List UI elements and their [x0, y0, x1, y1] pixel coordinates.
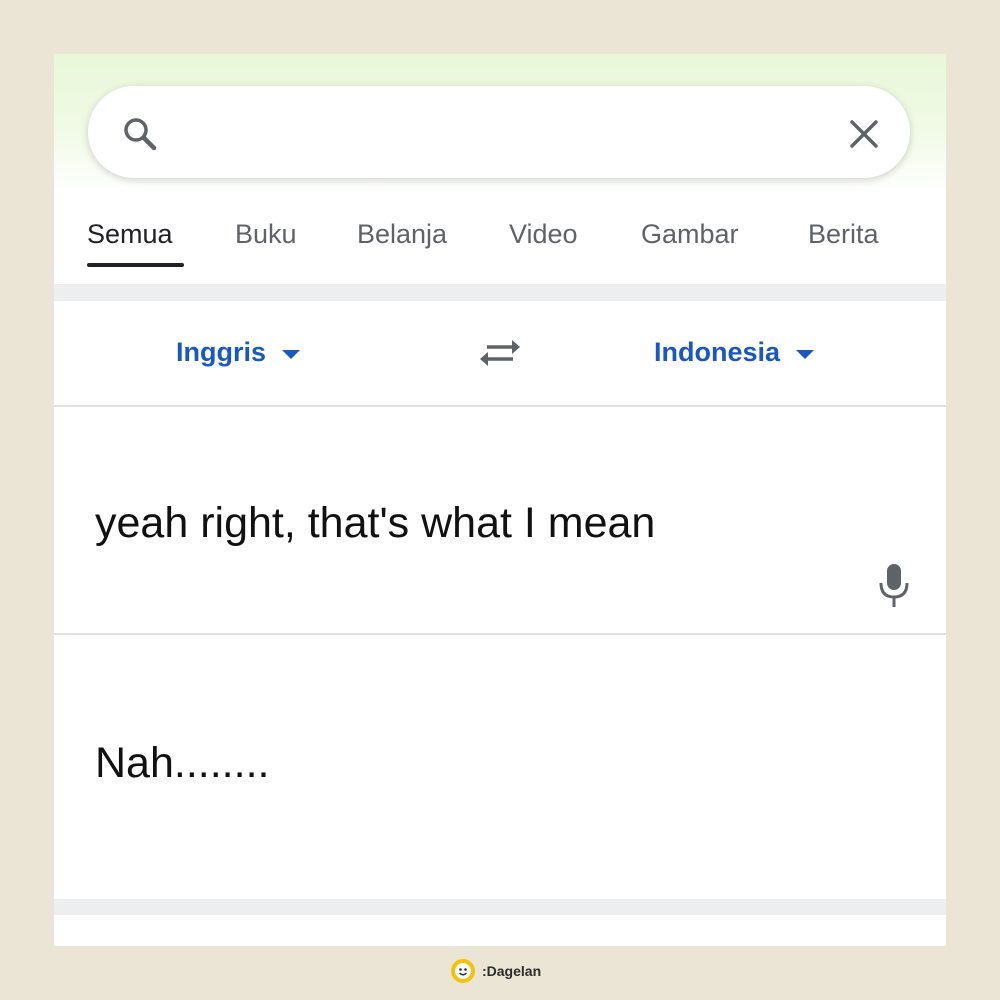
source-text-panel[interactable]: yeah right, that's what I mean	[54, 407, 946, 635]
target-language-dropdown[interactable]: Indonesia	[654, 337, 815, 368]
caret-down-icon	[282, 350, 301, 359]
tab-belanja[interactable]: Belanja	[357, 214, 447, 266]
translated-text: Nah........	[95, 739, 270, 787]
caret-down-icon	[796, 350, 815, 359]
watermark-text: :Dagelan	[482, 963, 542, 979]
watermark: :Dagelan	[450, 957, 541, 985]
tab-berita[interactable]: Berita	[808, 214, 879, 266]
translation-result-panel: Nah........	[54, 635, 946, 897]
search-icon	[124, 118, 157, 151]
tab-video[interactable]: Video	[509, 214, 578, 266]
swap-icon[interactable]	[478, 335, 522, 371]
tab-semua[interactable]: Semua	[87, 214, 173, 266]
target-language-label: Indonesia	[654, 337, 781, 367]
close-icon[interactable]	[846, 116, 882, 152]
search-bar[interactable]	[88, 86, 910, 178]
active-tab-indicator	[87, 263, 184, 267]
search-input[interactable]	[178, 110, 822, 156]
section-divider	[54, 284, 946, 301]
translate-screenshot: Semua Buku Belanja Video Gambar Berita I…	[54, 54, 946, 946]
language-selector-row: Inggris Indonesia	[54, 301, 946, 407]
microphone-icon[interactable]	[876, 561, 912, 611]
tab-buku[interactable]: Buku	[235, 214, 297, 266]
source-language-dropdown[interactable]: Inggris	[176, 337, 301, 368]
tab-gambar[interactable]: Gambar	[641, 214, 739, 266]
source-language-label: Inggris	[176, 337, 267, 367]
source-text[interactable]: yeah right, that's what I mean	[95, 499, 655, 548]
dagelan-logo	[451, 959, 475, 983]
section-divider-bottom	[54, 899, 946, 915]
search-tabs: Semua Buku Belanja Video Gambar Berita	[54, 214, 946, 284]
